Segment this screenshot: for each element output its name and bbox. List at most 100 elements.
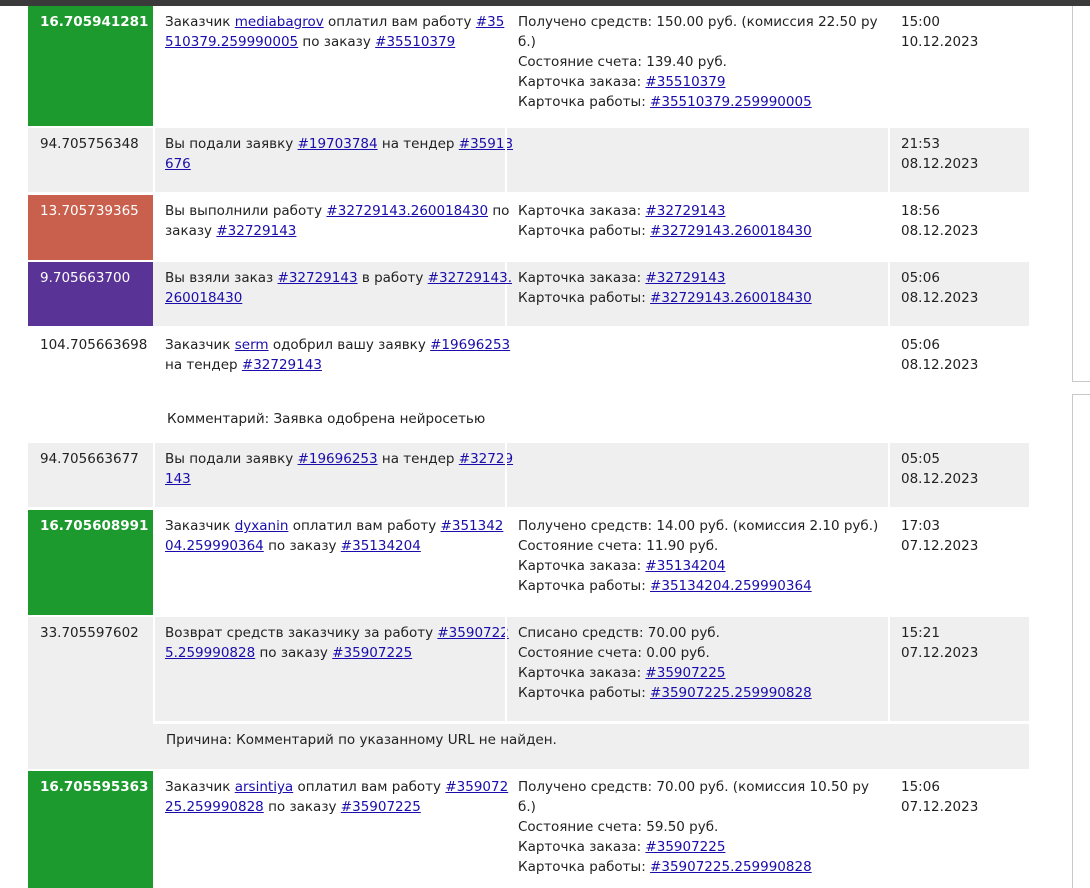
- link[interactable]: #32729143: [645, 270, 725, 286]
- text: Карточка заказа:: [518, 839, 646, 855]
- link[interactable]: 04.259990364: [165, 538, 264, 554]
- link[interactable]: serm: [235, 337, 269, 353]
- description-cell: Вы выполнили работу #32729143.260018430 …: [153, 195, 509, 241]
- timestamp: 15:00 10.12.2023: [901, 14, 979, 50]
- text: Карточка работы:: [518, 223, 651, 239]
- link[interactable]: #32729143: [645, 203, 725, 219]
- text: Заказчик: [165, 518, 235, 534]
- description-cell: Заказчик arsintiya оплатил вам работу #3…: [153, 771, 508, 817]
- date-cell: 05:05 08.12.2023: [889, 443, 1029, 489]
- text: Вы выполнили работу: [165, 203, 327, 219]
- text: по заказу: [263, 538, 341, 554]
- transaction-id: 104.705663698: [40, 337, 148, 353]
- link[interactable]: #32729143.: [428, 270, 512, 286]
- link[interactable]: 143: [165, 471, 191, 487]
- transaction-id: 16.705941281: [40, 14, 149, 30]
- text: в работу: [357, 270, 428, 286]
- link[interactable]: 676: [165, 156, 191, 172]
- info-cell: Получено средств: 70.00 руб. (комиссия 1…: [506, 771, 889, 877]
- link[interactable]: #19703784: [298, 136, 378, 152]
- text: Карточка работы:: [518, 859, 651, 875]
- timestamp: 21:53 08.12.2023: [901, 136, 979, 172]
- text: Вы подали заявку: [165, 451, 298, 467]
- link[interactable]: #3590722: [437, 625, 508, 641]
- text: Получено средств: 70.00 руб. (комиссия 1…: [518, 779, 869, 795]
- link[interactable]: #351342: [441, 518, 504, 534]
- refund-reason-row: Причина: Комментарий по указанному URL н…: [153, 724, 1029, 769]
- link[interactable]: #35510379: [375, 34, 455, 50]
- scrollbar[interactable]: [1072, 6, 1090, 888]
- table-row: 33.705597602 Возврат средств заказчику з…: [28, 617, 1029, 769]
- text: Вы взяли заказ: [165, 270, 278, 286]
- link[interactable]: 510379.259990005: [165, 34, 298, 50]
- link[interactable]: mediabagrov: [235, 14, 324, 30]
- link[interactable]: #35134204.259990364: [650, 578, 812, 594]
- link[interactable]: #32729143.260018430: [650, 290, 812, 306]
- info-cell: Карточка заказа: #32729143 Карточка работ…: [506, 195, 889, 241]
- link[interactable]: #35510379.259990005: [650, 94, 812, 110]
- link[interactable]: 260018430: [165, 290, 242, 306]
- text: Вы подали заявку: [165, 136, 298, 152]
- link[interactable]: #35907225.259990828: [650, 685, 812, 701]
- date-cell: 05:06 08.12.2023: [889, 262, 1029, 308]
- link[interactable]: #32729143: [216, 223, 296, 239]
- text: Карточка работы:: [518, 94, 651, 110]
- link[interactable]: #32729143: [278, 270, 358, 286]
- table-row: 16.705595363 Заказчик arsintiya оплатил …: [28, 771, 1029, 888]
- link[interactable]: #359072: [445, 779, 508, 795]
- link[interactable]: #19696253: [298, 451, 378, 467]
- description-cell: Вы подали заявку #19696253 на тендер #32…: [153, 443, 513, 489]
- text: Карточка заказа:: [518, 203, 646, 219]
- text: Состояние счета: 59.50 руб.: [518, 819, 719, 835]
- text: оплатил вам работу: [293, 779, 446, 795]
- text: заказу: [165, 223, 217, 239]
- link[interactable]: #35907225.259990828: [650, 859, 812, 875]
- link[interactable]: #32729143.260018430: [650, 223, 812, 239]
- text: по заказу: [263, 799, 341, 815]
- link[interactable]: #35907225: [645, 839, 725, 855]
- description-cell: Возврат средств заказчику за работу #359…: [153, 617, 509, 663]
- link[interactable]: 5.259990828: [165, 645, 255, 661]
- info-cell: Карточка заказа: #32729143 Карточка работ…: [506, 262, 889, 308]
- link[interactable]: 25.259990828: [165, 799, 264, 815]
- link[interactable]: #35: [476, 14, 505, 30]
- timestamp: 15:06 07.12.2023: [901, 779, 979, 815]
- table-row: 9.705663700 Вы взяли заказ #32729143 в р…: [28, 262, 1029, 326]
- link[interactable]: #35134204: [645, 558, 725, 574]
- table-row: 94.705756348 Вы подали заявку #19703784 …: [28, 128, 1029, 192]
- table-row: 13.705739365 Вы выполнили работу #327291…: [28, 195, 1029, 260]
- date-cell: 17:03 07.12.2023: [889, 510, 1029, 556]
- link[interactable]: #35907225: [645, 665, 725, 681]
- link[interactable]: #19696253: [430, 337, 510, 353]
- link[interactable]: arsintiya: [235, 779, 293, 795]
- link[interactable]: #32729143.260018430: [326, 203, 488, 219]
- link[interactable]: #35134204: [341, 538, 421, 554]
- timestamp: 15:21 07.12.2023: [901, 625, 979, 661]
- date-cell: 05:06 08.12.2023: [889, 329, 1029, 375]
- timestamp: 05:06 08.12.2023: [901, 270, 979, 306]
- link[interactable]: #32729143: [242, 357, 322, 373]
- text: Получено средств: 150.00 руб. (комиссия …: [518, 14, 878, 30]
- text: Карточка заказа:: [518, 665, 646, 681]
- info-cell: Списано средств: 70.00 руб. Состояние сче…: [506, 617, 889, 703]
- info-cell: Получено средств: 150.00 руб. (комиссия …: [506, 6, 889, 112]
- text: по заказу: [298, 34, 376, 50]
- link[interactable]: #35510379: [645, 74, 725, 90]
- transaction-id: 94.705663677: [40, 451, 139, 467]
- text: Заказчик: [165, 779, 235, 795]
- transaction-id-cell: 104.705663698: [28, 329, 153, 355]
- transaction-id: 13.705739365: [40, 203, 139, 219]
- link[interactable]: dyxanin: [235, 518, 289, 534]
- description-cell: Вы подали заявку #19703784 на тендер #35…: [153, 128, 513, 174]
- transaction-id: 16.705608991: [40, 518, 149, 534]
- text: на тендер: [377, 451, 459, 467]
- info-cell: [506, 128, 889, 134]
- link[interactable]: #35907225: [332, 645, 412, 661]
- text: Заказчик: [165, 14, 235, 30]
- text: б.): [518, 799, 536, 815]
- date-cell: 15:00 10.12.2023: [889, 6, 1029, 52]
- text: оплатил вам работу: [323, 14, 476, 30]
- text: Карточка работы:: [518, 578, 651, 594]
- link[interactable]: #35907225: [341, 799, 421, 815]
- text: Списано средств: 70.00 руб.: [518, 625, 720, 641]
